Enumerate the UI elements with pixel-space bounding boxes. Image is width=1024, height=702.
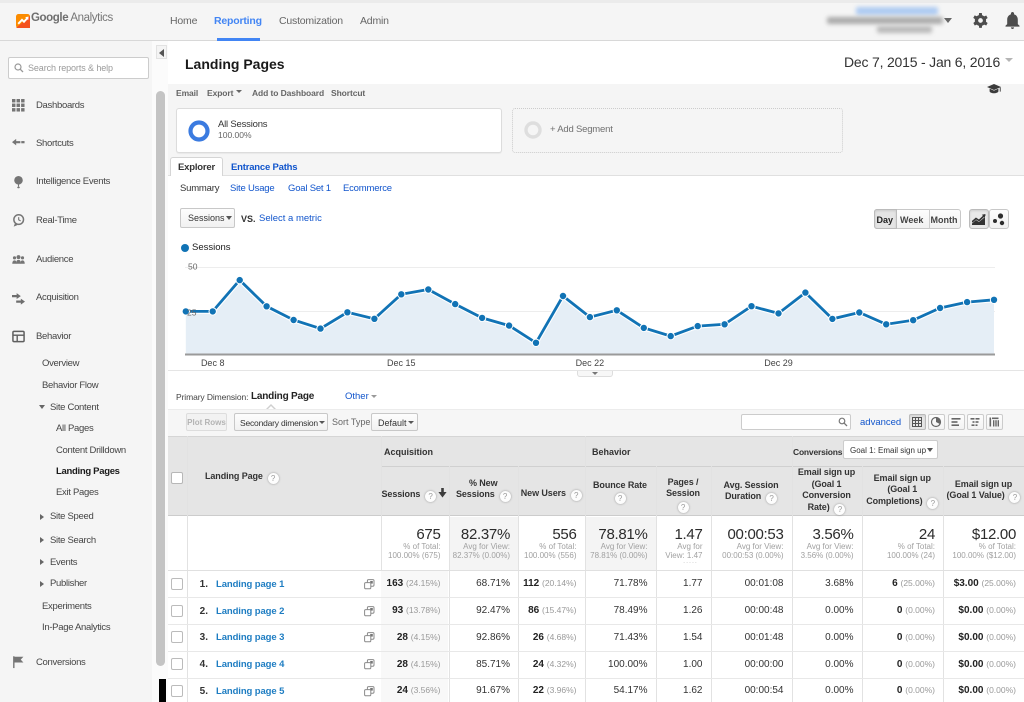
svg-text:Dec 8: Dec 8 — [201, 358, 225, 368]
svg-text:Dec 22: Dec 22 — [576, 358, 605, 368]
svg-text:25: 25 — [187, 308, 197, 318]
svg-text:Dec 15: Dec 15 — [387, 358, 416, 368]
svg-text:50: 50 — [188, 262, 198, 272]
svg-text:Dec 29: Dec 29 — [764, 358, 793, 368]
